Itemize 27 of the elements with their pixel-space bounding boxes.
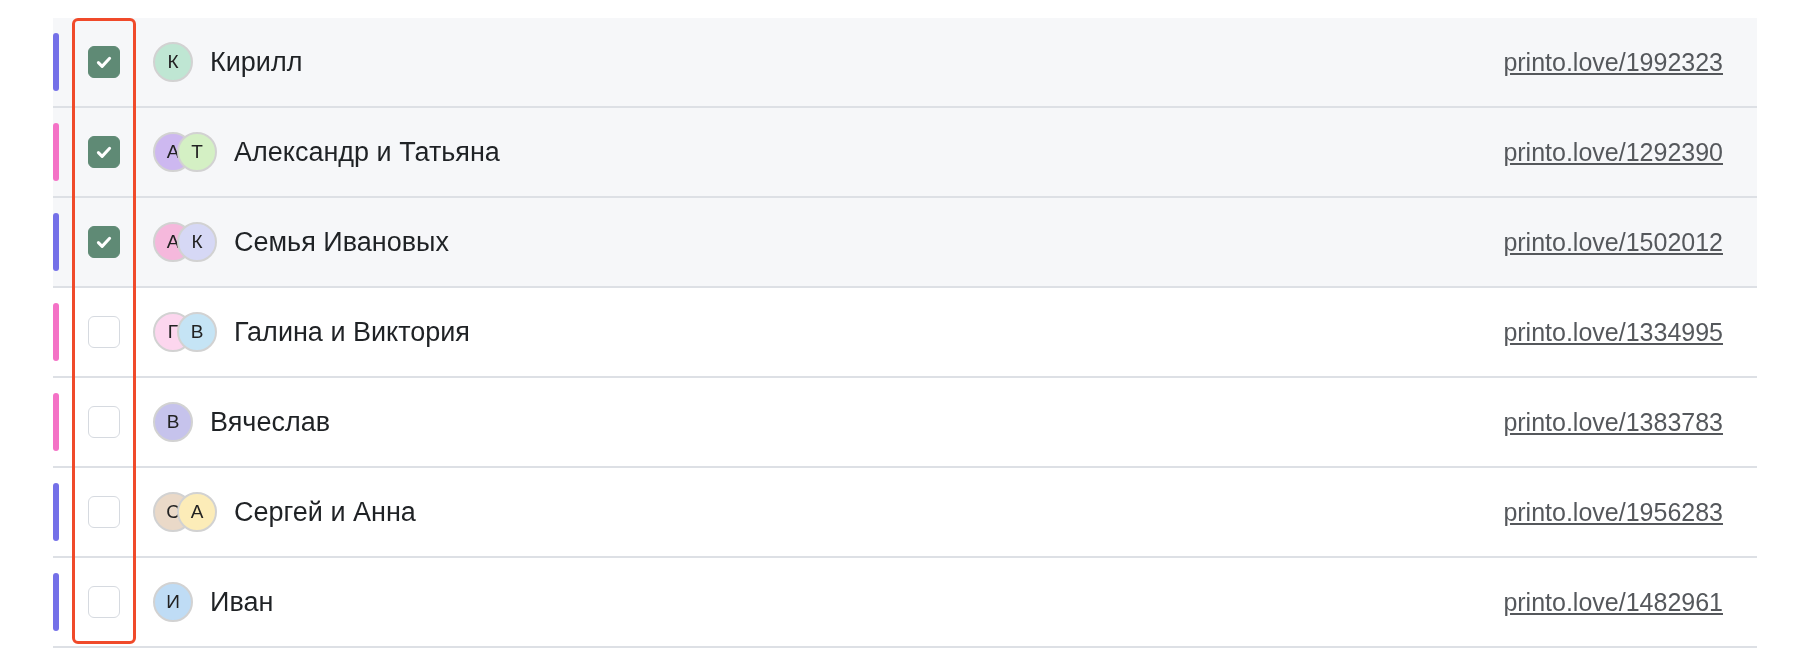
share-link[interactable]: printo.love/1992323 xyxy=(1503,47,1723,77)
avatar: А xyxy=(177,492,217,532)
contact-name: Александр и Татьяна xyxy=(234,136,500,168)
contact-name: Галина и Виктория xyxy=(234,316,470,348)
avatar: И xyxy=(153,582,193,622)
share-link[interactable]: printo.love/1502012 xyxy=(1503,227,1723,257)
share-link[interactable]: printo.love/1482961 xyxy=(1503,587,1723,617)
share-link[interactable]: printo.love/1956283 xyxy=(1503,497,1723,527)
avatar: Т xyxy=(177,132,217,172)
contact-name: Сергей и Анна xyxy=(234,496,416,528)
checkbox[interactable] xyxy=(88,46,120,78)
contact-name: Семья Ивановых xyxy=(234,226,449,258)
avatar: К xyxy=(177,222,217,262)
list-row[interactable]: А Т Александр и Татьяна printo.love/1292390 xyxy=(53,108,1757,198)
avatar: В xyxy=(177,312,217,352)
avatar: К xyxy=(153,42,193,82)
share-link[interactable]: printo.love/1383783 xyxy=(1503,407,1723,437)
avatar: В xyxy=(153,402,193,442)
checkbox[interactable] xyxy=(88,136,120,168)
contact-name: Кирилл xyxy=(210,46,303,78)
share-link[interactable]: printo.love/1292390 xyxy=(1503,137,1723,167)
contact-name: Вячеслав xyxy=(210,406,331,438)
list-row[interactable]: К Кирилл printo.love/1992323 xyxy=(53,18,1757,108)
checkbox[interactable] xyxy=(88,226,120,258)
share-link[interactable]: printo.love/1334995 xyxy=(1503,317,1723,347)
contact-name: Иван xyxy=(210,586,274,618)
list-row[interactable]: А К Семья Ивановых printo.love/1502012 xyxy=(53,198,1757,288)
